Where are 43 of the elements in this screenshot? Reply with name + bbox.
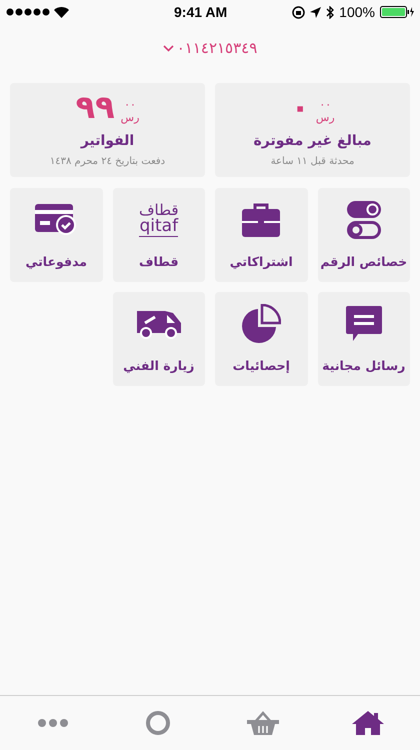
pie-chart-icon <box>241 304 282 344</box>
currency-label: رس <box>316 112 335 123</box>
signal-icon <box>6 8 50 16</box>
briefcase-icon <box>242 202 280 237</box>
toggles-icon <box>346 200 381 239</box>
tile-label: مدفوعاتي <box>25 252 88 271</box>
tile-label: اشتراكاتي <box>230 252 293 271</box>
service-tile[interactable]: خصائص الرقم <box>318 188 410 282</box>
tile-label: رسائل مجانية <box>322 356 406 375</box>
tile-label: قطاف <box>138 252 179 271</box>
wifi-icon <box>54 6 69 18</box>
location-arrow-icon <box>310 6 322 18</box>
amount-decimals: ٠٠ <box>124 99 136 110</box>
status-time: 9:41 AM <box>174 2 228 22</box>
bluetooth-icon <box>326 6 334 18</box>
account-number-selector[interactable]: ٠١١٤٢١٥٣٤٩ <box>162 36 258 60</box>
home-icon[interactable] <box>352 711 384 735</box>
chevron-down-icon <box>162 44 174 52</box>
circle-icon[interactable] <box>144 710 170 736</box>
van-icon <box>136 308 181 339</box>
card-title: مبالغ غير مفوترة <box>254 132 372 151</box>
service-tile[interactable]: اشتراكاتي <box>215 188 308 282</box>
currency-label: رس <box>120 112 140 123</box>
amount-value: ٩٩ <box>76 91 115 123</box>
rotation-lock-icon <box>292 6 306 18</box>
basket-icon[interactable] <box>246 711 278 735</box>
service-tile[interactable]: رسائل مجانية <box>318 292 410 386</box>
service-tile[interactable]: مدفوعاتي <box>10 188 102 282</box>
more-icon[interactable] <box>36 718 68 728</box>
chat-icon <box>346 306 382 342</box>
card-subtitle: محدثة قبل ١١ ساعة <box>270 155 354 169</box>
amount-value: ٠ <box>290 91 310 123</box>
tile-label: خصائص الرقم <box>320 252 408 271</box>
card-subtitle: دفعت بتاريخ ٢٤ محرم ١٤٣٨ <box>50 155 166 169</box>
credit-card-icon <box>35 204 78 236</box>
tile-label: إحصائيات <box>232 356 290 375</box>
battery-percentage: 100% <box>339 2 375 22</box>
tile-label: زيارة الفني <box>123 356 194 375</box>
amount-decimals: ٠٠ <box>319 99 332 110</box>
card-title: الفواتير <box>80 132 134 151</box>
battery-icon <box>380 6 414 18</box>
service-tile[interactable]: إحصائيات <box>215 292 308 386</box>
service-tile[interactable]: زيارة الفني <box>112 292 205 386</box>
